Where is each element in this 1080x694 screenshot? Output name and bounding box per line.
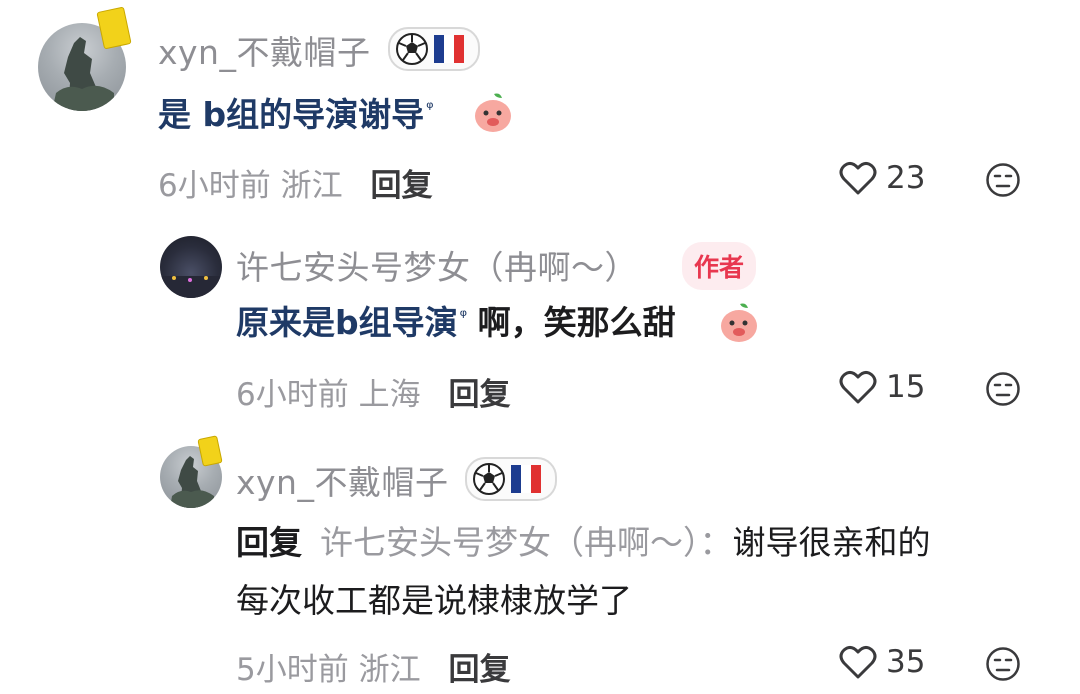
dislike-face-icon[interactable] bbox=[985, 162, 1021, 198]
like-count: 35 bbox=[886, 644, 926, 680]
france-flag-icon bbox=[511, 465, 541, 493]
reply-button[interactable]: 回复 bbox=[370, 168, 432, 204]
fan-badge[interactable] bbox=[388, 27, 480, 71]
soccer-ball-icon bbox=[396, 33, 428, 65]
like-button[interactable]: 23 bbox=[838, 158, 925, 198]
comment-body: 啊，笑那么甜 bbox=[477, 303, 676, 342]
search-icon[interactable]: ᵠ bbox=[426, 98, 433, 119]
search-link[interactable]: 是 b组的导演谢导 bbox=[158, 95, 424, 134]
dislike-face-icon[interactable] bbox=[985, 646, 1021, 682]
comment-meta: 5小时前 浙江 回复 bbox=[236, 644, 510, 689]
author-tag: 作者 bbox=[682, 242, 757, 290]
comment-location: 上海 bbox=[358, 377, 421, 413]
reply-prefix: 回复 bbox=[236, 523, 302, 562]
dislike-face-icon[interactable] bbox=[985, 371, 1021, 407]
comment-location: 浙江 bbox=[358, 652, 421, 688]
username[interactable]: 许七安头号梦女（冉啊～） bbox=[236, 241, 638, 289]
reply-button[interactable]: 回复 bbox=[448, 377, 510, 413]
username[interactable]: xyn_不戴帽子 bbox=[158, 26, 370, 74]
comment-meta: 6小时前 上海 回复 bbox=[236, 369, 510, 414]
heart-icon bbox=[839, 370, 877, 404]
comment-text: 原来是b组导演 ᵠ 啊，笑那么甜 bbox=[236, 302, 676, 345]
soccer-ball-icon bbox=[473, 463, 505, 495]
like-count: 23 bbox=[886, 160, 926, 196]
comment-time: 5小时前 bbox=[236, 652, 349, 688]
like-button[interactable]: 35 bbox=[838, 642, 925, 682]
fan-badge[interactable] bbox=[465, 457, 557, 501]
peach-emoji-icon bbox=[721, 303, 757, 342]
comment-body-line2: 每次收工都是说棣棣放学了 bbox=[236, 581, 632, 620]
like-count: 15 bbox=[886, 369, 926, 405]
username[interactable]: xyn_不戴帽子 bbox=[236, 456, 448, 504]
france-flag-icon bbox=[434, 35, 464, 63]
reply-target-username[interactable]: 许七安头号梦女（冉啊～）： bbox=[320, 523, 733, 562]
comment-location: 浙江 bbox=[280, 168, 343, 204]
heart-icon bbox=[839, 645, 877, 679]
comment-time: 6小时前 bbox=[158, 168, 271, 204]
search-icon[interactable]: ᵠ bbox=[460, 306, 467, 327]
comment-body-line1: 谢导很亲和的 bbox=[732, 523, 931, 562]
like-button[interactable]: 15 bbox=[838, 367, 925, 407]
night-city-icon bbox=[160, 276, 222, 298]
reply-button[interactable]: 回复 bbox=[448, 652, 510, 688]
search-link[interactable]: 原来是b组导演 bbox=[236, 303, 458, 342]
comment-meta: 6小时前 浙江 回复 bbox=[158, 160, 432, 205]
comment-text: 回复 许七安头号梦女（冉啊～）：谢导很亲和的 bbox=[236, 522, 931, 565]
heart-icon bbox=[839, 161, 877, 195]
comment-thread: xyn_不戴帽子 是 b组的导演谢导 ᵠ 6小时前 浙江 回复 23 许七安头号… bbox=[0, 0, 1080, 694]
comment-time: 6小时前 bbox=[236, 377, 349, 413]
avatar[interactable] bbox=[160, 236, 222, 298]
peach-emoji-icon bbox=[475, 93, 511, 132]
comment-text: 是 b组的导演谢导 ᵠ bbox=[158, 94, 434, 137]
